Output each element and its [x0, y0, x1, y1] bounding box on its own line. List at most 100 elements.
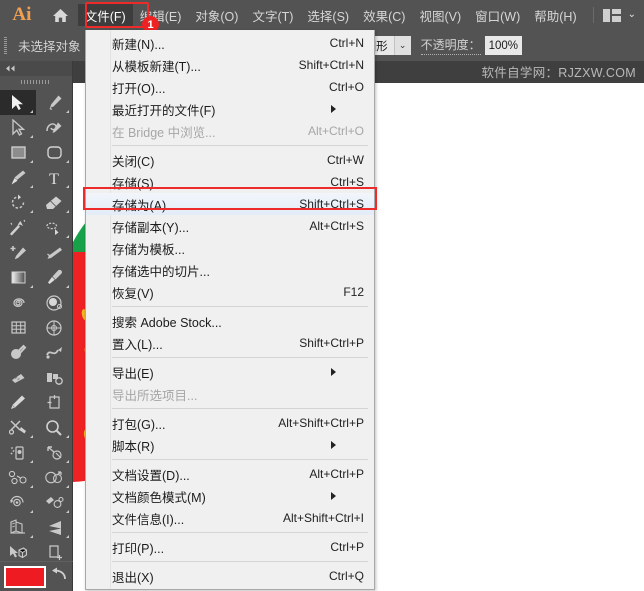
tool-corner-indicator [66, 185, 69, 188]
graph-tool[interactable] [0, 515, 36, 540]
stroke-profile-chevron-down-icon[interactable]: ⌄ [393, 36, 411, 55]
menu-item-6-0[interactable]: 打印(P)... Ctrl+P [86, 536, 374, 558]
submenu-arrow-icon [331, 368, 364, 376]
spiral-tool[interactable] [0, 290, 36, 315]
magic-wand-tool[interactable] [0, 215, 36, 240]
menu-separator [112, 306, 368, 307]
file-menu-dropdown[interactable]: 新建(N)... Ctrl+N 从模板新建(T)... Shift+Ctrl+N 打开(… [85, 30, 375, 590]
menu-item-shortcut: Shift+Ctrl+S [299, 197, 364, 211]
symbol-sizer-tool[interactable] [36, 465, 72, 490]
tool-corner-indicator [66, 535, 69, 538]
menubar-item-8[interactable]: 帮助(H) [527, 4, 583, 26]
menu-item-1-6[interactable]: 恢复(V) F12 [86, 281, 374, 303]
menubar-item-5[interactable]: 效果(C) [356, 4, 412, 26]
symbol-spinner-tool[interactable] [0, 490, 36, 515]
paintbrush-tool[interactable] [0, 165, 36, 190]
menubar-item-3[interactable]: 文字(T) [245, 4, 300, 26]
pencil-tool[interactable] [0, 390, 36, 415]
rotate-tool[interactable] [0, 190, 36, 215]
rounded-rectangle-tool[interactable] [36, 140, 72, 165]
toolbox-collapse-button[interactable] [0, 61, 72, 76]
toolbox-grip[interactable] [0, 76, 72, 88]
rectangle-tool[interactable] [0, 140, 36, 165]
gradient-tool[interactable] [0, 265, 36, 290]
menu-item-shortcut: Alt+Ctrl+P [309, 467, 364, 481]
shaper-tool[interactable] [0, 365, 36, 390]
menu-item-5-0[interactable]: 文档设置(D)... Alt+Ctrl+P [86, 463, 374, 485]
menu-item-1-5[interactable]: 存储选中的切片... [86, 259, 374, 281]
symbol-stainer-tool[interactable] [36, 490, 72, 515]
menu-item-0-1[interactable]: 从模板新建(T)... Shift+Ctrl+N [86, 54, 374, 76]
menubar-item-6[interactable]: 视图(V) [412, 4, 468, 26]
menu-item-4-0[interactable]: 打包(G)... Alt+Shift+Ctrl+P [86, 412, 374, 434]
menu-item-5-2[interactable]: 文件信息(I)... Alt+Shift+Ctrl+I [86, 507, 374, 529]
menu-item-shortcut: Alt+Ctrl+S [309, 219, 364, 233]
menu-item-5-1[interactable]: 文档颜色模式(M) [86, 485, 374, 507]
menu-item-1-0[interactable]: 关闭(C) Ctrl+W [86, 149, 374, 171]
control-bar-grip[interactable] [0, 30, 10, 61]
live-paint-bucket-tool[interactable] [36, 290, 72, 315]
curvature-tool[interactable] [36, 115, 72, 140]
tool-corner-indicator [66, 210, 69, 213]
warp-tool[interactable] [36, 340, 72, 365]
menu-item-1-4[interactable]: 存储为模板... [86, 237, 374, 259]
menu-item-4-1[interactable]: 脚本(R) [86, 434, 374, 456]
menu-item-0-0[interactable]: 新建(N)... Ctrl+N [86, 32, 374, 54]
menu-item-label: 存储选中的切片... [112, 264, 210, 279]
menu-item-3-0[interactable]: 导出(E) [86, 361, 374, 383]
opacity-label[interactable]: 不透明度： [420, 36, 481, 55]
menu-item-2-0[interactable]: 搜索 Adobe Stock... [86, 310, 374, 332]
type-tool[interactable]: T [36, 165, 72, 190]
menu-item-0-4: 在 Bridge 中浏览... Alt+Ctrl+O [86, 120, 374, 142]
mesh-tool[interactable] [36, 315, 72, 340]
selection-tool[interactable] [0, 90, 36, 115]
menu-item-7-0[interactable]: 退出(X) Ctrl+Q [86, 565, 374, 587]
selection-status-label: 未选择对象 [18, 40, 81, 54]
panel-layout-icon[interactable] [602, 8, 621, 22]
opacity-value-input[interactable]: 100% [484, 36, 523, 55]
illustrator-window: Ai 文件(F) 编辑(E) 对象(O) 文字(T) 选择(S) 效果(C) 视图(V) 窗口… [0, 0, 644, 591]
workspace-chevron-down-icon[interactable]: ⌄ [628, 10, 636, 20]
menu-item-shortcut: Ctrl+S [330, 175, 364, 189]
fill-color-swatch[interactable] [4, 565, 46, 588]
menu-item-2-1[interactable]: 置入(L)... Shift+Ctrl+P [86, 332, 374, 354]
grid-tool[interactable] [0, 315, 36, 340]
perspective-grid-tool[interactable] [36, 515, 72, 540]
submenu-arrow-icon [331, 492, 364, 500]
menu-item-0-3[interactable]: 最近打开的文件(F) [86, 98, 374, 120]
eyedropper-tool[interactable] [36, 265, 72, 290]
knife-tool[interactable] [36, 240, 72, 265]
menu-item-0-2[interactable]: 打开(O)... Ctrl+O [86, 76, 374, 98]
menu-item-1-2[interactable]: 存储为(A)... Shift+Ctrl+S [86, 193, 374, 215]
symbol-shifter-tool[interactable] [36, 440, 72, 465]
menubar-item-2[interactable]: 对象(O) [188, 4, 245, 26]
submenu-arrow-icon [331, 441, 364, 449]
menu-item-1-3[interactable]: 存储副本(Y)... Alt+Ctrl+S [86, 215, 374, 237]
pen-tool[interactable] [36, 90, 72, 115]
menubar-item-4[interactable]: 选择(S) [300, 4, 356, 26]
direct-selection-tool[interactable] [0, 115, 36, 140]
zoom-tool[interactable] [36, 415, 72, 440]
menu-item-shortcut: Ctrl+O [328, 80, 364, 94]
menu-item-1-1[interactable]: 存储(S) Ctrl+S [86, 171, 374, 193]
shape-builder-tool[interactable] [36, 215, 72, 240]
menu-item-shortcut: Ctrl+W [327, 153, 364, 167]
tool-corner-indicator [30, 435, 33, 438]
menu-item-shortcut: Alt+Ctrl+O [307, 124, 364, 138]
scissors-tool[interactable] [0, 415, 36, 440]
blob-brush-tool[interactable] [0, 340, 36, 365]
menu-item-3-1: 导出所选项目... [86, 383, 374, 405]
menu-item-shortcut: Alt+Shift+Ctrl+I [282, 511, 364, 525]
menubar-item-7[interactable]: 窗口(W) [468, 4, 527, 26]
home-icon[interactable] [44, 0, 78, 30]
symbol-group-tool[interactable] [36, 365, 72, 390]
artboard-tool[interactable] [36, 390, 72, 415]
eraser-tool[interactable] [36, 190, 72, 215]
menu-item-label: 最近打开的文件(F) [112, 103, 216, 118]
menubar-item-0[interactable]: 文件(F) [77, 4, 133, 26]
undo-arrow-icon[interactable] [51, 567, 68, 586]
menu-item-label: 存储(S) [112, 176, 154, 191]
symbol-sprayer-tool[interactable] [0, 440, 36, 465]
symbol-scruncher-tool[interactable] [0, 465, 36, 490]
add-anchor-point-tool[interactable] [0, 240, 36, 265]
